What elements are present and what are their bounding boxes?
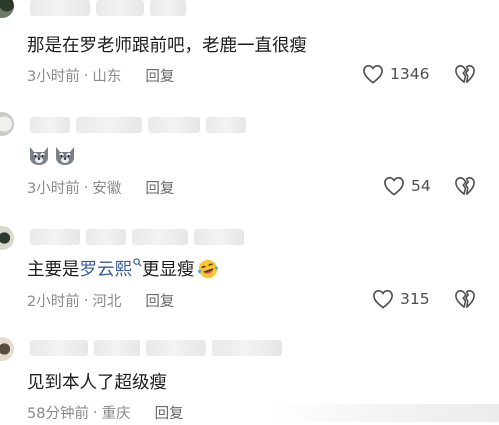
like-count: 1346 [390,65,430,83]
like-button[interactable]: 315 [372,289,430,309]
username-blurred[interactable] [30,340,282,356]
username-blurred[interactable] [30,0,186,16]
reply-button[interactable]: 回复 [145,177,174,198]
dislike-button[interactable] [454,64,476,84]
meta-separator: · [92,404,98,421]
comment-meta: 2小时前 · 河北 回复 [27,290,174,311]
location: 重庆 [101,406,131,422]
timestamp: 2小时前 [27,294,80,310]
dislike-button[interactable] [454,289,476,309]
avatar[interactable] [0,226,14,250]
like-button[interactable]: 1346 [362,64,429,84]
reply-button[interactable]: 回复 [145,290,174,311]
heart-icon [372,289,394,309]
heart-icon [383,176,405,196]
mention-link[interactable]: 罗云熙 [80,256,133,281]
reply-button[interactable]: 回复 [155,402,184,423]
avatar[interactable] [0,337,14,361]
like-button[interactable]: 54 [383,176,431,196]
comment-meta: 3小时前 · 山东 回复 [27,65,174,86]
meta-separator: · [83,179,89,196]
timestamp: 58分钟前 [27,406,89,422]
username-blurred[interactable] [30,229,244,245]
broken-heart-icon [454,289,476,309]
search-icon [133,257,142,270]
like-count: 54 [411,177,431,195]
comment-text [27,143,79,167]
husky-emoji [27,143,51,167]
comment-text: 见到本人了超级瘦 [27,373,167,393]
meta-separator: · [83,292,89,309]
avatar[interactable] [0,0,14,18]
broken-heart-icon [454,64,476,84]
bottom-fade-overlay [270,404,499,422]
meta-separator: · [83,67,89,84]
location: 河北 [92,294,122,310]
location: 安徽 [92,181,122,197]
comment-meta: 58分钟前 · 重庆 回复 [27,402,184,423]
comment-meta: 3小时前 · 安徽 回复 [27,177,174,198]
husky-emoji [53,143,77,167]
location: 山东 [92,69,122,85]
laugh-cry-emoji [197,258,219,280]
username-blurred[interactable] [30,117,246,133]
timestamp: 3小时前 [27,69,80,85]
heart-icon [362,64,384,84]
timestamp: 3小时前 [27,181,80,197]
like-count: 315 [400,290,430,308]
broken-heart-icon [454,176,476,196]
comment-text: 主要是 罗云熙 更显瘦 [27,256,219,281]
avatar[interactable] [0,112,14,136]
dislike-button[interactable] [454,176,476,196]
comment-text: 那是在罗老师跟前吧，老鹿一直很瘦 [27,36,307,56]
text-suffix: 更显瘦 [142,260,195,280]
text-prefix: 主要是 [27,260,80,280]
reply-button[interactable]: 回复 [145,65,174,86]
